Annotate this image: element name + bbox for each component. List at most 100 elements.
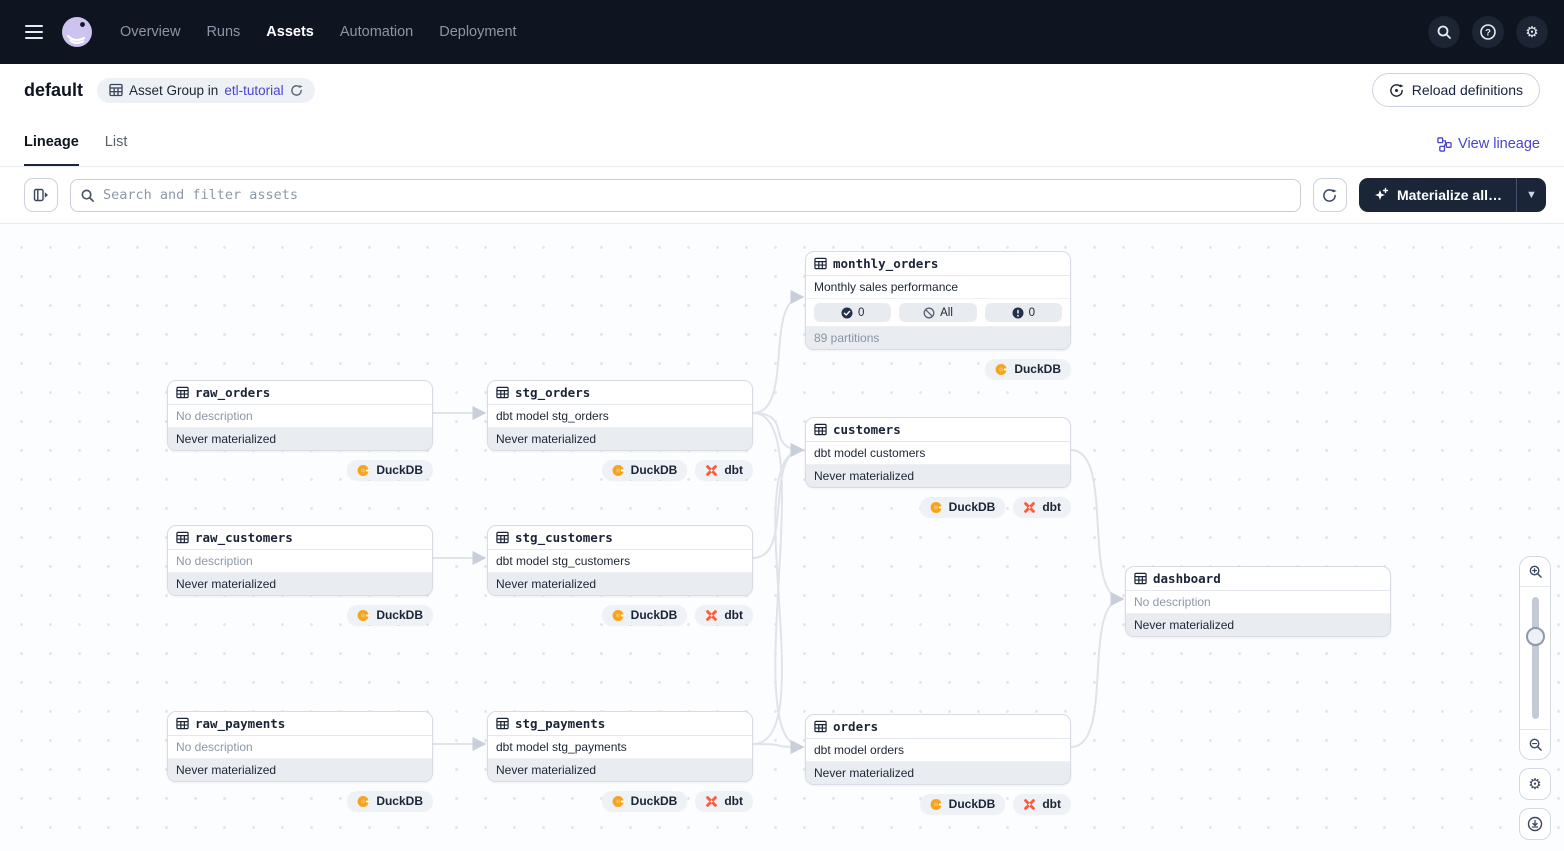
zoom-slider-track[interactable] (1532, 597, 1539, 719)
asset-card-monthly_orders[interactable]: monthly_ordersMonthly sales performance0… (805, 251, 1071, 350)
code-location-link[interactable]: etl-tutorial (224, 83, 283, 98)
asset-node-monthly_orders: monthly_ordersMonthly sales performance0… (805, 251, 1071, 379)
table-icon (176, 531, 189, 544)
kind-badges: DuckDBdbt (487, 605, 753, 625)
zoom-in-icon (1528, 564, 1543, 579)
recenter-button[interactable] (1519, 808, 1551, 840)
duckdb-badge: DuckDB (985, 359, 1071, 379)
dagster-logo-icon[interactable] (60, 15, 94, 49)
duckdb-badge: DuckDB (602, 791, 688, 811)
duckdb-badge: DuckDB (920, 794, 1006, 814)
partition-status-row: 0All0 (806, 299, 1070, 327)
asset-description: dbt model stg_orders (488, 405, 752, 428)
asset-card-stg_payments[interactable]: stg_paymentsdbt model stg_paymentsNever … (487, 711, 753, 782)
asset-name: stg_orders (515, 385, 590, 400)
asset-status: Never materialized (488, 573, 752, 595)
duckdb-icon (357, 795, 370, 808)
kind-badges: DuckDBdbt (805, 497, 1071, 517)
asset-description: dbt model stg_payments (488, 736, 752, 759)
top-nav: Overview Runs Assets Automation Deployme… (0, 0, 1564, 64)
asset-group-badge: Asset Group in etl-tutorial (97, 78, 315, 103)
asset-card-stg_orders[interactable]: stg_ordersdbt model stg_ordersNever mate… (487, 380, 753, 451)
kind-badges: DuckDBdbt (487, 460, 753, 480)
asset-card-customers[interactable]: customersdbt model customersNever materi… (805, 417, 1071, 488)
alert-circle-icon (1012, 307, 1024, 319)
main-nav: Overview Runs Assets Automation Deployme… (120, 24, 517, 40)
refresh-graph-button[interactable] (1313, 178, 1347, 212)
duckdb-badge: DuckDB (602, 605, 688, 625)
duckdb-icon (357, 609, 370, 622)
asset-card-raw_payments[interactable]: raw_paymentsNo descriptionNever material… (167, 711, 433, 782)
asset-status: Never materialized (488, 428, 752, 450)
search-icon[interactable] (1428, 16, 1460, 48)
zoom-slider-handle[interactable] (1526, 627, 1545, 646)
table-icon (814, 257, 827, 270)
zoom-slider[interactable] (1520, 587, 1550, 729)
nav-item-runs[interactable]: Runs (206, 24, 240, 40)
asset-name: customers (833, 422, 901, 437)
kind-badges: DuckDB (805, 359, 1071, 379)
tab-list[interactable]: List (105, 134, 128, 166)
asset-node-raw_orders: raw_ordersNo descriptionNever materializ… (167, 380, 433, 480)
dbt-badge: dbt (695, 460, 753, 480)
asset-name: monthly_orders (833, 256, 938, 271)
asset-card-raw_customers[interactable]: raw_customersNo descriptionNever materia… (167, 525, 433, 596)
asset-card-stg_customers[interactable]: stg_customersdbt model stg_customersNeve… (487, 525, 753, 596)
asset-status: Never materialized (488, 759, 752, 781)
asset-node-customers: customersdbt model customersNever materi… (805, 417, 1071, 517)
asset-name: raw_customers (195, 530, 293, 545)
asset-node-dashboard: dashboardNo descriptionNever materialize… (1125, 566, 1391, 637)
graph-settings-button[interactable]: ⚙ (1519, 768, 1551, 800)
nav-item-overview[interactable]: Overview (120, 24, 180, 40)
lineage-canvas[interactable]: monthly_ordersMonthly sales performance0… (0, 224, 1564, 851)
asset-description: dbt model orders (806, 739, 1070, 762)
asset-card-orders[interactable]: ordersdbt model ordersNever materialized (805, 714, 1071, 785)
help-icon[interactable]: ? (1472, 16, 1504, 48)
duckdb-icon (930, 798, 943, 811)
edge-stg_customers-to-customers (753, 450, 803, 558)
partition-pill: 0 (814, 303, 891, 322)
nav-item-deployment[interactable]: Deployment (439, 24, 516, 40)
dbt-icon (1023, 798, 1036, 811)
refresh-icon[interactable] (290, 84, 303, 97)
edge-stg_orders-to-monthly_orders (753, 297, 803, 413)
nav-item-automation[interactable]: Automation (340, 24, 413, 40)
lineage-icon (1437, 137, 1452, 152)
zoom-in-button[interactable] (1520, 557, 1550, 587)
gear-icon[interactable]: ⚙ (1516, 16, 1548, 48)
tab-lineage[interactable]: Lineage (24, 134, 79, 166)
hamburger-menu-icon[interactable] (16, 14, 52, 50)
kind-badges: DuckDBdbt (487, 791, 753, 811)
duckdb-badge: DuckDB (920, 497, 1006, 517)
asset-status: Never materialized (806, 762, 1070, 784)
asset-name: stg_payments (515, 716, 605, 731)
edge-orders-to-dashboard (1071, 599, 1123, 747)
reload-definitions-button[interactable]: Reload definitions (1372, 73, 1540, 107)
asset-card-raw_orders[interactable]: raw_ordersNo descriptionNever materializ… (167, 380, 433, 451)
edge-stg_payments-to-customers (753, 450, 803, 744)
zoom-out-button[interactable] (1520, 729, 1550, 759)
asset-description: No description (168, 550, 432, 573)
asset-card-dashboard[interactable]: dashboardNo descriptionNever materialize… (1125, 566, 1391, 637)
sidebar-toggle-button[interactable] (24, 178, 58, 212)
dbt-icon (705, 464, 718, 477)
asset-search (70, 179, 1301, 212)
asset-node-orders: ordersdbt model ordersNever materialized… (805, 714, 1071, 814)
search-input[interactable] (70, 179, 1301, 212)
table-icon (1134, 572, 1147, 585)
table-icon (814, 720, 827, 733)
nav-item-assets[interactable]: Assets (266, 24, 314, 40)
asset-name: stg_customers (515, 530, 613, 545)
asset-status: Never materialized (168, 759, 432, 781)
sparkle-icon (1373, 187, 1389, 203)
kind-badges: DuckDB (167, 605, 433, 625)
reload-icon (1389, 83, 1404, 98)
view-lineage-link[interactable]: View lineage (1437, 136, 1540, 166)
materialize-all-button[interactable]: Materialize all… ▼ (1359, 178, 1546, 212)
dbt-icon (705, 609, 718, 622)
slash-circle-icon (923, 307, 935, 319)
materialize-dropdown-caret[interactable]: ▼ (1516, 178, 1546, 212)
table-icon (496, 717, 509, 730)
asset-description: dbt model customers (806, 442, 1070, 465)
dbt-icon (705, 795, 718, 808)
